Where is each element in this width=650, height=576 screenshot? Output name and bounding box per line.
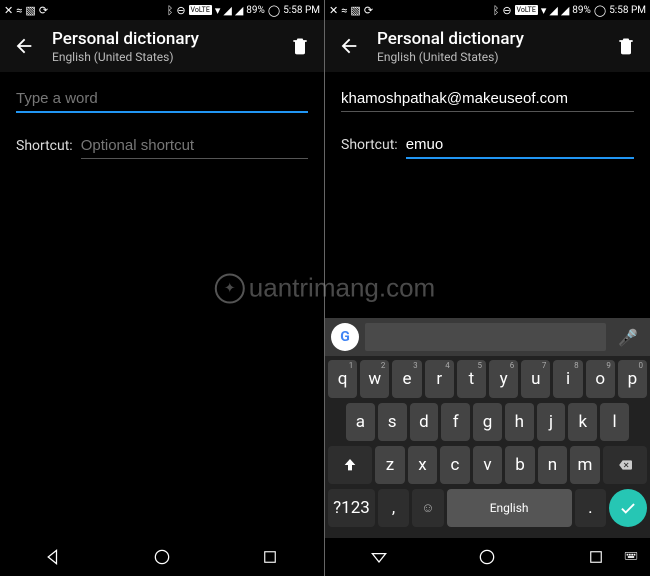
key-y[interactable]: y6	[489, 360, 518, 398]
key-r[interactable]: r4	[425, 360, 454, 398]
shift-key[interactable]	[328, 446, 372, 484]
status-icon: ≈	[341, 5, 347, 16]
period-key[interactable]: .	[575, 489, 606, 527]
key-q[interactable]: q1	[328, 360, 357, 398]
clock: 5:58 PM	[609, 5, 646, 16]
key-u[interactable]: u7	[521, 360, 550, 398]
key-e[interactable]: e3	[392, 360, 421, 398]
shortcut-input[interactable]	[81, 131, 308, 159]
dnd-icon: ⊖	[502, 5, 511, 16]
shortcut-label: Shortcut:	[341, 137, 398, 153]
status-bar: ✕ ≈ ▧ ⟳ ᛒ ⊖ VoLTE ▾ ◢ ◢ 89% ◯ 5:58 PM	[0, 0, 324, 20]
phone-screen-filled: ✕ ≈ ▧ ⟳ ᛒ ⊖ VoLTE ▾ ◢ ◢ 89% ◯ 5:58 PM	[325, 0, 650, 576]
wifi-icon: ▾	[215, 5, 221, 16]
wifi-icon: ▾	[541, 5, 547, 16]
mic-icon[interactable]: 🎤	[612, 328, 644, 347]
nav-recent-button[interactable]	[259, 546, 281, 568]
word-input[interactable]	[341, 84, 634, 112]
page-subtitle: English (United States)	[377, 50, 598, 64]
battery-percent: 89%	[572, 5, 591, 16]
key-w[interactable]: w2	[360, 360, 389, 398]
status-icon: ≈	[16, 5, 22, 16]
symbols-key[interactable]: ?123	[328, 489, 375, 527]
comma-key[interactable]: ,	[378, 489, 409, 527]
key-b[interactable]: b	[505, 446, 535, 484]
back-button[interactable]	[337, 34, 361, 58]
key-n[interactable]: n	[538, 446, 568, 484]
key-h[interactable]: h	[505, 403, 534, 441]
refresh-icon: ⟳	[39, 5, 48, 16]
nav-recent-button[interactable]	[585, 546, 607, 568]
suggestion-area[interactable]	[365, 323, 606, 351]
signal-icon: ◢	[561, 5, 569, 16]
status-icon: ✕	[329, 5, 338, 16]
page-subtitle: English (United States)	[52, 50, 272, 64]
volte-badge: VoLTE	[189, 5, 212, 15]
key-m[interactable]: m	[570, 446, 600, 484]
clock: 5:58 PM	[283, 5, 320, 16]
navigation-bar	[325, 538, 650, 576]
battery-icon: ◯	[594, 5, 606, 16]
key-i[interactable]: i8	[553, 360, 582, 398]
refresh-icon: ⟳	[364, 5, 373, 16]
key-z[interactable]: z	[375, 446, 405, 484]
enter-key[interactable]	[609, 489, 647, 527]
status-bar: ✕ ≈ ▧ ⟳ ᛒ ⊖ VoLTE ▾ ◢ ◢ 89% ◯ 5:58 PM	[325, 0, 650, 20]
app-bar: Personal dictionary English (United Stat…	[0, 20, 324, 72]
key-l[interactable]: l	[600, 403, 629, 441]
battery-icon: ◯	[268, 5, 280, 16]
shortcut-label: Shortcut:	[16, 138, 73, 154]
delete-button[interactable]	[288, 34, 312, 58]
google-icon[interactable]: G	[331, 323, 359, 351]
key-x[interactable]: x	[408, 446, 438, 484]
back-button[interactable]	[12, 34, 36, 58]
shortcut-input[interactable]	[406, 130, 634, 159]
signal-icon: ◢	[223, 5, 231, 16]
page-title: Personal dictionary	[377, 29, 598, 49]
key-f[interactable]: f	[441, 403, 470, 441]
key-g[interactable]: g	[473, 403, 502, 441]
page-title: Personal dictionary	[52, 29, 272, 49]
nav-back-button[interactable]	[43, 546, 65, 568]
nav-home-button[interactable]	[476, 546, 498, 568]
on-screen-keyboard: G 🎤 q1w2e3r4t5y6u7i8o9p0 asdfghjkl zxcvb…	[325, 318, 650, 538]
key-t[interactable]: t5	[457, 360, 486, 398]
bluetooth-icon: ᛒ	[493, 5, 500, 16]
image-icon: ▧	[25, 5, 35, 16]
battery-percent: 89%	[246, 5, 265, 16]
signal-icon: ◢	[549, 5, 557, 16]
image-icon: ▧	[350, 5, 360, 16]
key-d[interactable]: d	[410, 403, 439, 441]
delete-button[interactable]	[614, 34, 638, 58]
signal-icon: ◢	[235, 5, 243, 16]
app-bar: Personal dictionary English (United Stat…	[325, 20, 650, 72]
backspace-key[interactable]	[603, 446, 647, 484]
navigation-bar	[0, 538, 324, 576]
key-k[interactable]: k	[568, 403, 597, 441]
key-c[interactable]: c	[440, 446, 470, 484]
phone-screen-empty: ✕ ≈ ▧ ⟳ ᛒ ⊖ VoLTE ▾ ◢ ◢ 89% ◯ 5:58 PM	[0, 0, 325, 576]
key-v[interactable]: v	[473, 446, 503, 484]
keyboard-suggestion-bar[interactable]: G 🎤	[325, 318, 650, 356]
word-input[interactable]	[16, 84, 308, 113]
bluetooth-icon: ᛒ	[167, 5, 174, 16]
keyboard-toggle-icon[interactable]	[620, 546, 642, 568]
volte-badge: VoLTE	[515, 5, 538, 15]
key-s[interactable]: s	[378, 403, 407, 441]
key-a[interactable]: a	[346, 403, 375, 441]
nav-home-button[interactable]	[151, 546, 173, 568]
key-p[interactable]: p0	[618, 360, 647, 398]
key-o[interactable]: o9	[586, 360, 615, 398]
dnd-icon: ⊖	[176, 5, 185, 16]
nav-back-button[interactable]	[368, 546, 390, 568]
key-j[interactable]: j	[537, 403, 566, 441]
emoji-key[interactable]: ☺	[412, 489, 443, 527]
space-key[interactable]: English	[447, 489, 572, 527]
status-icon: ✕	[4, 5, 13, 16]
